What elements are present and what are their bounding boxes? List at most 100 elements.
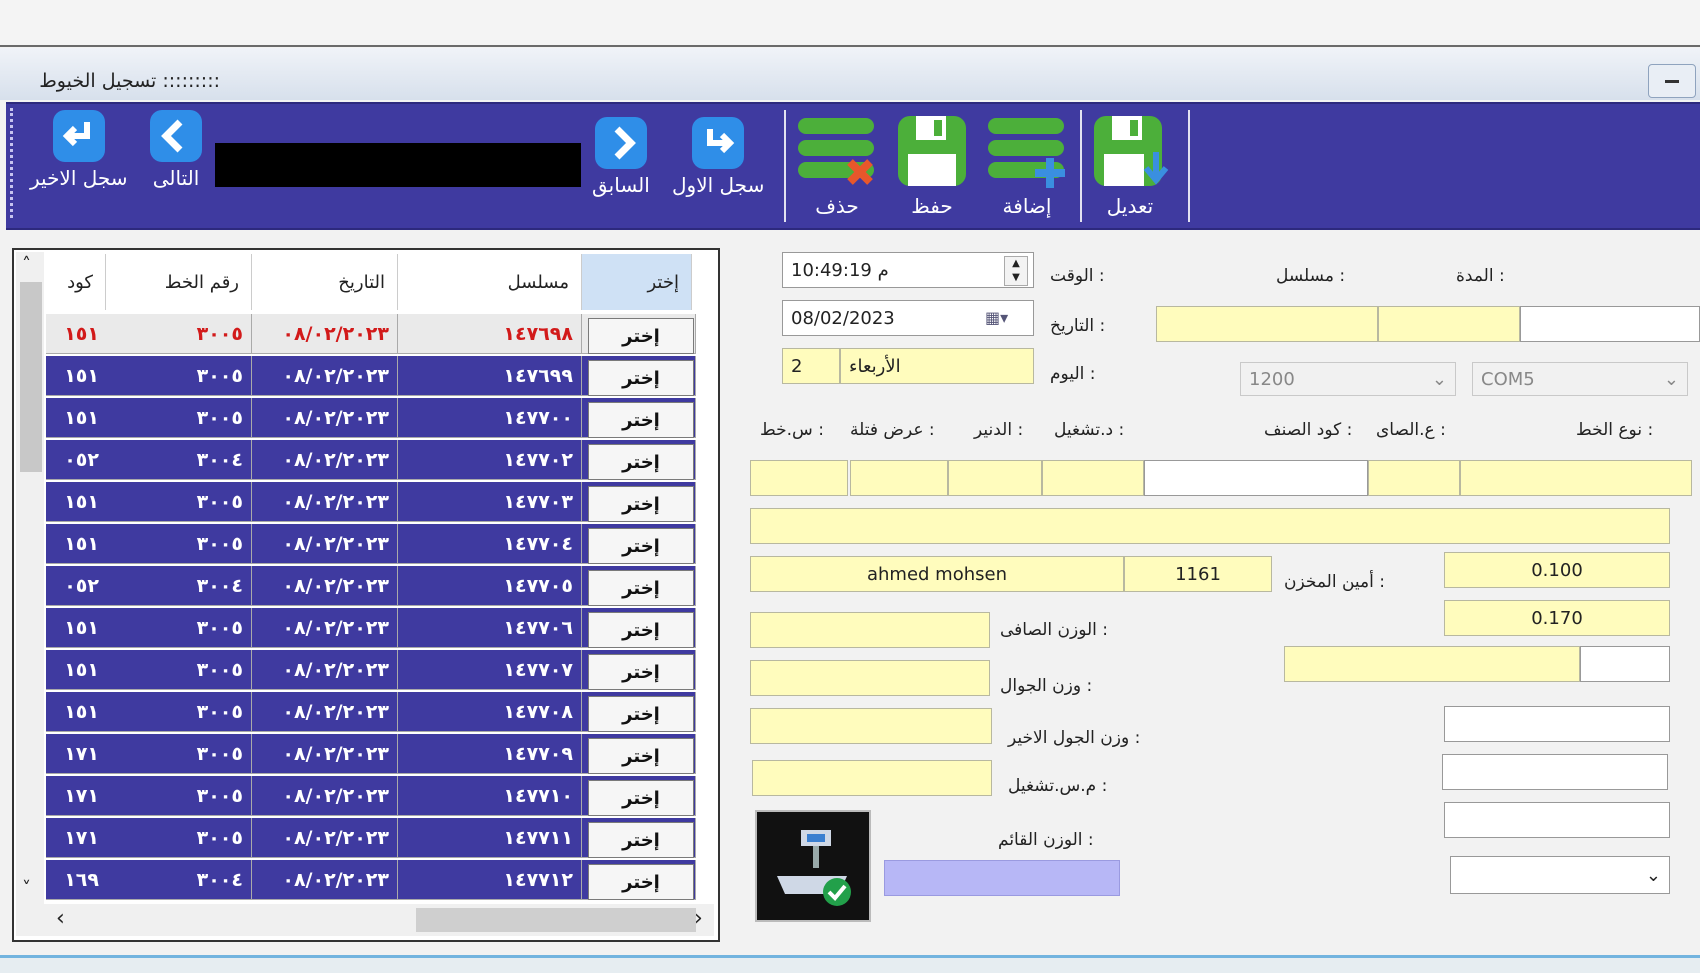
port-select[interactable]: COM5 ⌄: [1472, 362, 1688, 396]
serial-field-2[interactable]: [1378, 306, 1520, 342]
right-field-2[interactable]: [1442, 754, 1668, 790]
last-sack-weight-field[interactable]: [750, 708, 992, 744]
operation-field[interactable]: [1042, 460, 1144, 496]
vertical-scrollbar[interactable]: ˄ ˅: [16, 252, 44, 904]
cell-serial: ١٤٧٧٠٦: [398, 608, 582, 648]
pick-row-button[interactable]: إختر: [588, 486, 694, 522]
first-record-button[interactable]: سجل الاول: [672, 115, 764, 197]
column-header-serial[interactable]: مسلسل: [398, 254, 582, 310]
net-weight-field[interactable]: [750, 612, 990, 648]
column-header-pick[interactable]: إختر: [582, 254, 692, 310]
pick-row-button[interactable]: إختر: [588, 444, 694, 480]
pick-row-button[interactable]: إختر: [588, 822, 694, 858]
duration-field[interactable]: [1520, 306, 1700, 342]
last-record-button[interactable]: سجل الاخير: [30, 108, 128, 190]
pick-row-button[interactable]: إختر: [588, 570, 694, 606]
column-header-date[interactable]: التاريخ: [252, 254, 398, 310]
standing-weight-field[interactable]: [884, 860, 1120, 896]
scroll-right-icon[interactable]: ›: [694, 906, 703, 931]
column-header-code[interactable]: كود: [44, 254, 106, 310]
storekeeper-code-field[interactable]: 1161: [1124, 556, 1272, 592]
pick-row-button[interactable]: إختر: [588, 360, 694, 396]
table-row[interactable]: ١٦٩ ٣٠٠٤ ٠٨/٠٢/٢٠٢٣ ١٤٧٧١٢ إختر: [46, 860, 696, 902]
table-row[interactable]: ١٧١ ٣٠٠٥ ٠٨/٠٢/٢٠٢٣ ١٤٧٧٠٩ إختر: [46, 734, 696, 776]
calendar-icon[interactable]: ▦▾: [985, 308, 1008, 327]
operation-no-field[interactable]: [752, 760, 992, 796]
table-row[interactable]: ١٥١ ٣٠٠٥ ٠٨/٠٢/٢٠٢٣ ١٤٧٧٠٧ إختر: [46, 650, 696, 692]
cell-serial: ١٤٧٧٠٩: [398, 734, 582, 774]
serial-field[interactable]: [1156, 306, 1378, 342]
fiber-width-label: عرض فتلة :: [850, 420, 935, 440]
table-row[interactable]: ١٥١ ٣٠٠٥ ٠٨/٠٢/٢٠٢٣ ١٤٧٦٩٩ إختر: [46, 356, 696, 398]
extra-field-2[interactable]: [1580, 646, 1670, 682]
pick-row-button[interactable]: إختر: [588, 864, 694, 900]
edit-button[interactable]: تعديل: [1090, 112, 1170, 218]
cell-date: ٠٨/٠٢/٢٠٢٣: [252, 524, 398, 564]
extra-field[interactable]: [1284, 646, 1580, 682]
horizontal-scrollbar[interactable]: ‹ ›: [16, 904, 714, 936]
cell-thread: ٣٠٠٥: [106, 734, 252, 774]
right-select[interactable]: ⌄: [1450, 856, 1670, 894]
time-spinner[interactable]: ▲ ▼: [1004, 256, 1028, 286]
cell-thread: ٣٠٠٥: [106, 818, 252, 858]
item-code-field[interactable]: [1144, 460, 1368, 496]
previous-button[interactable]: السابق: [592, 115, 650, 197]
scroll-thumb[interactable]: [416, 908, 696, 932]
cell-thread: ٣٠٠٥: [106, 524, 252, 564]
table-row[interactable]: ١٧١ ٣٠٠٥ ٠٨/٠٢/٢٠٢٣ ١٤٧٧١١ إختر: [46, 818, 696, 860]
next-button[interactable]: التالى: [148, 108, 204, 190]
storekeeper-name-field[interactable]: ahmed mohsen: [750, 556, 1124, 592]
pick-row-button[interactable]: إختر: [588, 696, 694, 732]
day-number-field[interactable]: 2: [782, 348, 840, 384]
table-row[interactable]: ١٧١ ٣٠٠٥ ٠٨/٠٢/٢٠٢٣ ١٤٧٧١٠ إختر: [46, 776, 696, 818]
cell-code: ١٧١: [46, 818, 108, 858]
table-row[interactable]: ٠٥٢ ٣٠٠٤ ٠٨/٠٢/٢٠٢٣ ١٤٧٧٠٢ إختر: [46, 440, 696, 482]
table-row[interactable]: ١٥١ ٣٠٠٥ ٠٨/٠٢/٢٠٢٣ ١٤٧٧٠٤ إختر: [46, 524, 696, 566]
denier-field[interactable]: [948, 460, 1042, 496]
scroll-left-icon[interactable]: ‹: [56, 906, 65, 931]
table-row[interactable]: ١٥١ ٣٠٠٥ ٠٨/٠٢/٢٠٢٣ ١٤٧٧٠٦ إختر: [46, 608, 696, 650]
thread-type-field[interactable]: [1460, 460, 1692, 496]
table-row[interactable]: ٠٥٢ ٣٠٠٤ ٠٨/٠٢/٢٠٢٣ ١٤٧٧٠٥ إختر: [46, 566, 696, 608]
value-field-2[interactable]: 0.170: [1444, 600, 1670, 636]
table-row[interactable]: ١٥١ ٣٠٠٥ ٠٨/٠٢/٢٠٢٣ ١٤٧٧٠٠ إختر: [46, 398, 696, 440]
sack-weight-field[interactable]: [750, 660, 990, 696]
notes-field[interactable]: [750, 508, 1670, 544]
pick-row-button[interactable]: إختر: [588, 738, 694, 774]
scroll-thumb[interactable]: [20, 282, 42, 472]
pick-row-button[interactable]: إختر: [588, 528, 694, 564]
save-button[interactable]: حفظ: [894, 112, 970, 218]
minimize-button[interactable]: [1648, 64, 1696, 98]
baud-select[interactable]: 1200 ⌄: [1240, 362, 1456, 396]
column-header-thread-no[interactable]: رقم الخط: [106, 254, 252, 310]
table-row[interactable]: ١٥١ ٣٠٠٥ ٠٨/٠٢/٢٠٢٣ ١٤٧٧٠٨ إختر: [46, 692, 696, 734]
scroll-down-icon[interactable]: ˅: [22, 878, 31, 899]
cell-thread: ٣٠٠٥: [106, 356, 252, 396]
time-field[interactable]: م 10:49:19: [782, 252, 1034, 288]
day-name-field[interactable]: الأربعاء: [840, 348, 1034, 384]
scroll-up-icon[interactable]: ˄: [22, 254, 31, 275]
toolbar-grip[interactable]: [10, 108, 19, 218]
table-row[interactable]: ١٥١ ٣٠٠٥ ٠٨/٠٢/٢٠٢٣ ١٤٧٧٠٣ إختر: [46, 482, 696, 524]
sth-field[interactable]: [750, 460, 848, 496]
window-title: تسجيل الخيوط :::::::::: [39, 70, 220, 92]
add-button[interactable]: إضافة: [984, 112, 1070, 218]
value-field-1[interactable]: 0.100: [1444, 552, 1670, 588]
storekeeper-label: أمين المخزن :: [1284, 572, 1386, 592]
cell-thread: ٣٠٠٥: [106, 608, 252, 648]
pick-row-button[interactable]: إختر: [588, 612, 694, 648]
fiber-width-field[interactable]: [850, 460, 948, 496]
pick-row-button[interactable]: إختر: [588, 402, 694, 438]
right-field-1[interactable]: [1444, 706, 1670, 742]
pick-row-button[interactable]: إختر: [588, 654, 694, 690]
scale-button[interactable]: [755, 810, 871, 922]
right-field-3[interactable]: [1444, 802, 1670, 838]
table-row[interactable]: ١٥١ ٣٠٠٥ ٠٨/٠٢/٢٠٢٣ ١٤٧٦٩٨ إختر: [46, 314, 696, 356]
pick-row-button[interactable]: إختر: [588, 780, 694, 816]
standing-weight-label: الوزن القائم :: [998, 830, 1094, 850]
pick-row-button[interactable]: إختر: [588, 318, 694, 354]
delete-button[interactable]: حذف: [794, 112, 880, 218]
add-record-icon: [988, 118, 1065, 188]
net-field[interactable]: [1368, 460, 1460, 496]
cell-code: ٠٥٢: [46, 566, 108, 606]
